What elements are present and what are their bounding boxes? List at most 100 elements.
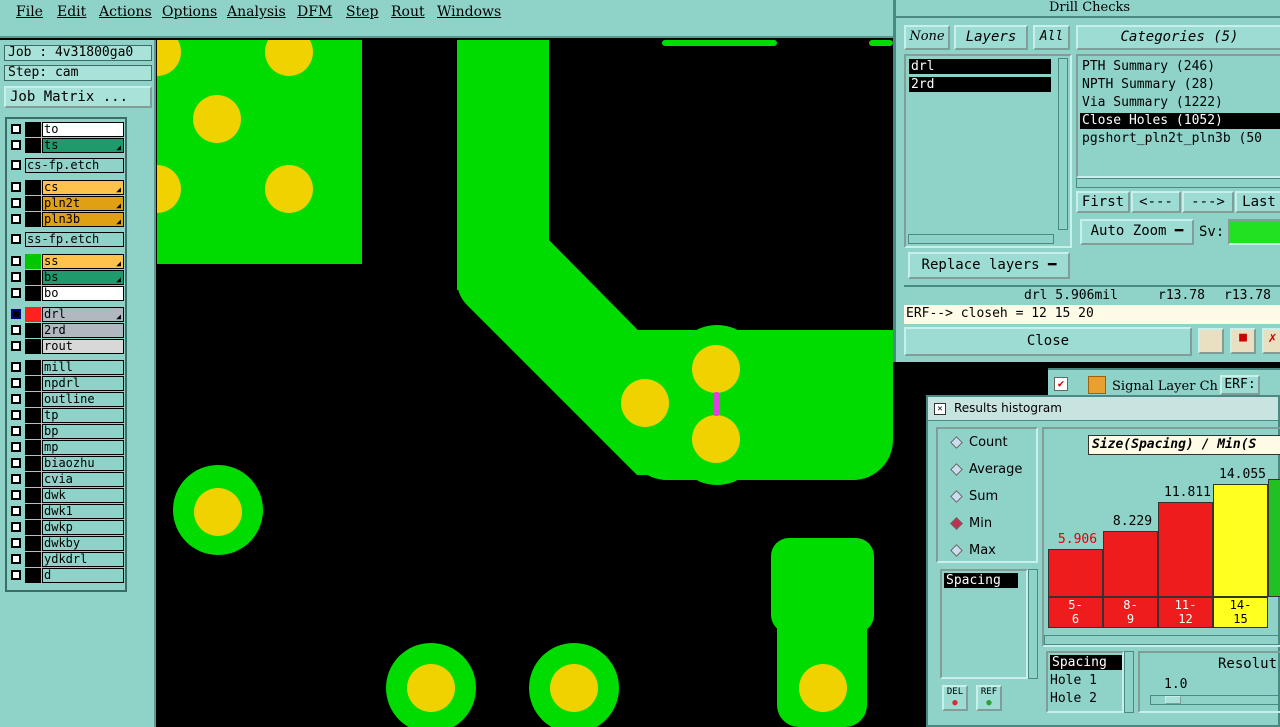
category-item[interactable]: pgshort_pln2t_pln3b (50 [1080, 131, 1262, 147]
layer-row-bs[interactable]: bs ◢ [7, 270, 125, 285]
layer-row-d[interactable]: d [7, 568, 125, 583]
layer-color-swatch[interactable] [25, 552, 41, 567]
menu-windows[interactable]: Windows [437, 4, 501, 20]
layer-color-swatch[interactable] [25, 520, 41, 535]
all-button[interactable]: All [1033, 25, 1070, 50]
layer-name[interactable]: outline [42, 392, 124, 407]
none-button[interactable]: None [904, 25, 950, 50]
layer-checkbox[interactable] [11, 538, 21, 548]
mode-radio-min[interactable]: Min [950, 516, 992, 531]
layer-row-pln3b[interactable]: pln3b ◢ [7, 212, 125, 227]
layer-name[interactable]: bp [42, 424, 124, 439]
layer-name[interactable]: ts ◢ [42, 138, 124, 153]
sv-indicator[interactable] [1228, 219, 1280, 245]
histogram-bar[interactable] [1158, 502, 1213, 597]
layer-color-swatch[interactable] [25, 212, 41, 227]
layer-row-dwk1[interactable]: dwk1 [7, 504, 125, 519]
layer-checkbox[interactable] [11, 554, 21, 564]
layer-checkbox[interactable] [11, 362, 21, 372]
layer-item-drl[interactable]: drl [909, 59, 1051, 74]
layer-checkbox[interactable] [11, 214, 21, 224]
menu-file[interactable]: File [16, 4, 43, 20]
layer-checkbox[interactable] [11, 160, 21, 170]
mode-radio-max[interactable]: Max [950, 543, 996, 558]
category-item[interactable]: Close Holes (1052) [1080, 113, 1280, 129]
layer-color-swatch[interactable] [25, 254, 41, 269]
layer-color-swatch[interactable] [25, 488, 41, 503]
action-icon[interactable] [1198, 328, 1224, 354]
job-matrix-button[interactable]: Job Matrix ... [4, 86, 152, 108]
layer-name[interactable]: d [42, 568, 124, 583]
layer-row-drl[interactable]: drl ◢ [7, 307, 125, 322]
histogram-bar[interactable] [1213, 484, 1268, 597]
layer-row-ss[interactable]: ss ◢ [7, 254, 125, 269]
layer-row-npdrl[interactable]: npdrl [7, 376, 125, 391]
menu-rout[interactable]: Rout [391, 4, 425, 20]
category-item[interactable]: NPTH Summary (28) [1080, 77, 1215, 93]
menu-step[interactable]: Step [346, 4, 378, 20]
layer-checkbox[interactable] [11, 288, 21, 298]
layer-checkbox[interactable] [11, 474, 21, 484]
category-item[interactable]: PTH Summary (246) [1080, 59, 1215, 75]
layer-row-2rd[interactable]: 2rd [7, 323, 125, 338]
layer-name[interactable]: bs ◢ [42, 270, 124, 285]
layer-name[interactable]: to [42, 122, 124, 137]
layer-name[interactable]: tp [42, 408, 124, 423]
slider-thumb[interactable] [1165, 696, 1181, 704]
layer-name[interactable]: ss ◢ [42, 254, 124, 269]
first-button[interactable]: First [1076, 191, 1130, 213]
category-item[interactable]: Via Summary (1222) [1080, 95, 1223, 111]
last-button[interactable]: Last [1235, 191, 1280, 213]
layer-row-pln2t[interactable]: pln2t ◢ [7, 196, 125, 211]
layer-color-swatch[interactable] [25, 504, 41, 519]
checkbox[interactable]: ✔ [1054, 377, 1068, 391]
scrollbar[interactable] [1044, 635, 1280, 645]
layer-item-2rd[interactable]: 2rd [909, 77, 1051, 92]
erf-button[interactable]: ERF: [1220, 375, 1260, 395]
layer-checkbox[interactable] [11, 198, 21, 208]
layer-checkbox[interactable] [11, 341, 21, 351]
layer-name[interactable]: pln3b ◢ [42, 212, 124, 227]
pcb-graphics-canvas[interactable] [157, 40, 893, 727]
clear-icon[interactable]: ✗ [1262, 328, 1280, 354]
layer-name[interactable]: pln2t ◢ [42, 196, 124, 211]
layer-color-swatch[interactable] [25, 286, 41, 301]
layer-color-swatch[interactable] [25, 122, 41, 137]
layer-checkbox[interactable] [11, 506, 21, 516]
mode-radio-sum[interactable]: Sum [950, 489, 998, 504]
layer-color-swatch[interactable] [25, 568, 41, 583]
scrollbar[interactable] [1028, 569, 1038, 679]
scrollbar[interactable] [1076, 178, 1280, 188]
mode-radio-average[interactable]: Average [950, 462, 1022, 477]
layer-row-ss-fp.etch[interactable]: ss-fp.etch [7, 232, 125, 247]
layer-row-cs[interactable]: cs ◢ [7, 180, 125, 195]
layer-row-rout[interactable]: rout [7, 339, 125, 354]
mode-radio-count[interactable]: Count [950, 435, 1008, 450]
prev-button[interactable]: <--- [1131, 191, 1181, 213]
layer-row-cs-fp.etch[interactable]: cs-fp.etch [7, 158, 125, 173]
attribute-item-spacing[interactable]: Spacing [1050, 655, 1122, 670]
menu-actions[interactable]: Actions [99, 4, 152, 20]
next-button[interactable]: ---> [1182, 191, 1234, 213]
layer-row-biaozhu[interactable]: biaozhu [7, 456, 125, 471]
layer-name[interactable]: mp [42, 440, 124, 455]
layer-name[interactable]: dwkby [42, 536, 124, 551]
layer-checkbox[interactable] [11, 309, 21, 319]
ref-button[interactable]: REF ● [976, 685, 1002, 711]
layer-row-dwkby[interactable]: dwkby [7, 536, 125, 551]
histogram-bar[interactable] [1048, 549, 1103, 597]
layer-color-swatch[interactable] [25, 424, 41, 439]
layer-name[interactable]: rout [42, 339, 124, 354]
layer-name[interactable]: 2rd [42, 323, 124, 338]
layer-row-outline[interactable]: outline [7, 392, 125, 407]
categories-button[interactable]: Categories (5) [1076, 25, 1280, 50]
layer-name[interactable]: cs ◢ [42, 180, 124, 195]
layer-checkbox[interactable] [11, 182, 21, 192]
layer-color-swatch[interactable] [25, 456, 41, 471]
histogram-bar[interactable] [1103, 531, 1158, 597]
layer-row-dwk[interactable]: dwk [7, 488, 125, 503]
field-item-spacing[interactable]: Spacing [944, 573, 1018, 588]
layer-row-mp[interactable]: mp [7, 440, 125, 455]
layer-row-cvia[interactable]: cvia [7, 472, 125, 487]
menu-edit[interactable]: Edit [57, 4, 86, 20]
